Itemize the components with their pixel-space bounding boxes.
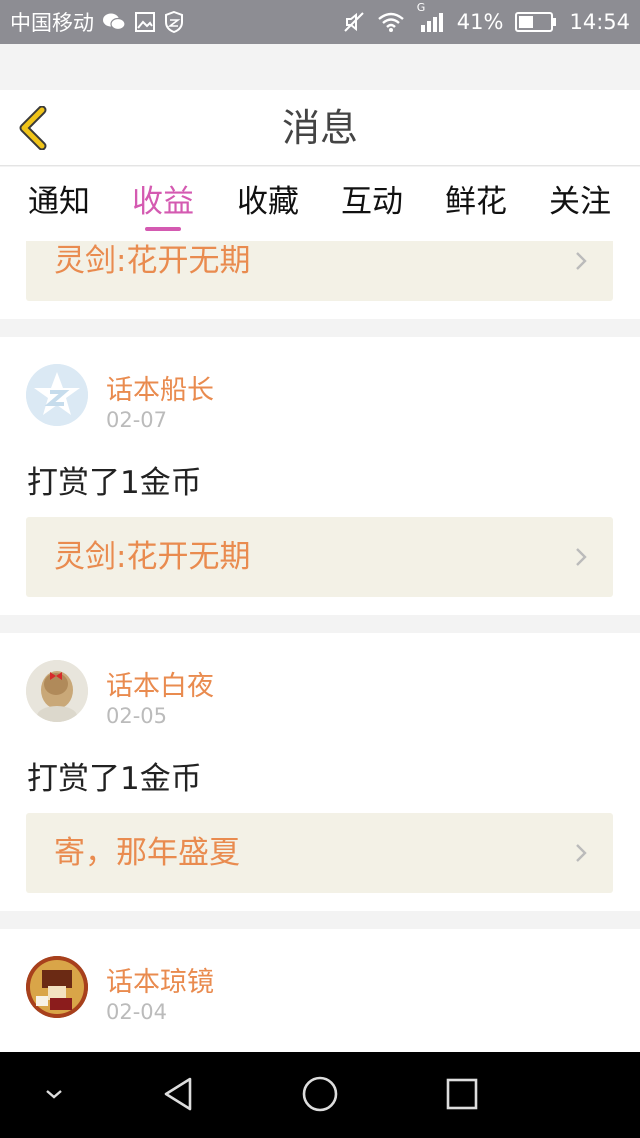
tab-label: 鲜花 [445, 184, 507, 220]
illustrated-avatar-icon [26, 956, 88, 1018]
star-avatar-icon [26, 364, 88, 426]
active-tab-indicator [145, 227, 181, 231]
tab-label: 通知 [28, 184, 90, 220]
recent-square-icon [446, 1078, 478, 1110]
header-spacer [0, 44, 640, 90]
message-date: 02-04 [106, 1000, 168, 1024]
collapse-button[interactable] [40, 1074, 68, 1118]
user-name[interactable]: 话本白夜 [106, 664, 214, 703]
system-nav-bar [0, 1052, 640, 1138]
tab-bar: 通知 收益 收藏 互动 鲜花 关注 [0, 167, 640, 241]
list-item: 话本琼镜 02-04 [0, 929, 640, 1052]
tab-label: 收藏 [237, 184, 299, 220]
signal-icon: G [417, 1, 445, 33]
status-bar: 中国移动 G 41% 14:54 [0, 0, 640, 44]
chevron-right-icon [576, 548, 587, 566]
chevron-left-icon [19, 105, 47, 151]
collapse-icon [46, 1090, 62, 1099]
message-date: 02-05 [106, 704, 168, 728]
tab-label: 互动 [341, 184, 403, 220]
nav-back-button[interactable] [160, 1074, 196, 1118]
tab-label: 收益 [132, 184, 194, 220]
page-title: 消息 [281, 106, 358, 150]
avatar[interactable] [26, 364, 88, 426]
girl-avatar-icon [26, 660, 88, 722]
message-text: 打赏了1金币 [27, 465, 202, 501]
book-title: 灵剑:花开无期 [54, 243, 251, 279]
nav-home-button[interactable] [300, 1074, 340, 1118]
book-link[interactable]: 灵剑:花开无期 [26, 241, 613, 301]
tab-following[interactable]: 关注 [528, 167, 632, 241]
tab-interaction[interactable]: 互动 [320, 167, 424, 241]
message-list[interactable]: 灵剑:花开无期 话本船长 02-07 打赏了1金币 灵剑:花开无期 话本白夜 0… [0, 241, 640, 1052]
book-link[interactable]: 寄，那年盛夏 [26, 813, 613, 893]
home-circle-icon [302, 1076, 338, 1112]
back-triangle-icon [164, 1077, 192, 1111]
tab-earnings[interactable]: 收益 [111, 167, 215, 241]
book-title: 灵剑:花开无期 [54, 539, 251, 575]
tab-favorites[interactable]: 收藏 [216, 167, 320, 241]
chevron-right-icon [576, 252, 587, 270]
list-item: 话本船长 02-07 打赏了1金币 灵剑:花开无期 [0, 337, 640, 615]
tab-notification[interactable]: 通知 [7, 167, 111, 241]
battery-percent: 41% [456, 10, 504, 34]
shield-icon [164, 11, 184, 33]
list-item: 话本白夜 02-05 打赏了1金币 寄，那年盛夏 [0, 633, 640, 911]
gallery-icon [134, 11, 156, 33]
book-title: 寄，那年盛夏 [54, 835, 240, 871]
wifi-icon [377, 11, 405, 33]
tab-flowers[interactable]: 鲜花 [424, 167, 528, 241]
carrier-label: 中国移动 [10, 11, 94, 35]
avatar[interactable] [26, 660, 88, 722]
user-name[interactable]: 话本船长 [106, 368, 214, 407]
top-header: 消息 [0, 90, 640, 166]
chevron-right-icon [576, 844, 587, 862]
list-item: 灵剑:花开无期 [0, 241, 640, 319]
mute-icon [343, 11, 365, 33]
book-link[interactable]: 灵剑:花开无期 [26, 517, 613, 597]
nav-recents-button[interactable] [444, 1074, 480, 1118]
clock: 14:54 [569, 10, 630, 34]
avatar[interactable] [26, 956, 88, 1018]
battery-icon [515, 11, 557, 33]
message-date: 02-07 [106, 408, 168, 432]
back-button[interactable] [14, 105, 58, 151]
user-name[interactable]: 话本琼镜 [106, 960, 214, 999]
network-type-label: G [416, 1, 426, 14]
wechat-icon [102, 12, 126, 32]
tab-label: 关注 [549, 184, 611, 220]
message-text: 打赏了1金币 [27, 761, 202, 797]
